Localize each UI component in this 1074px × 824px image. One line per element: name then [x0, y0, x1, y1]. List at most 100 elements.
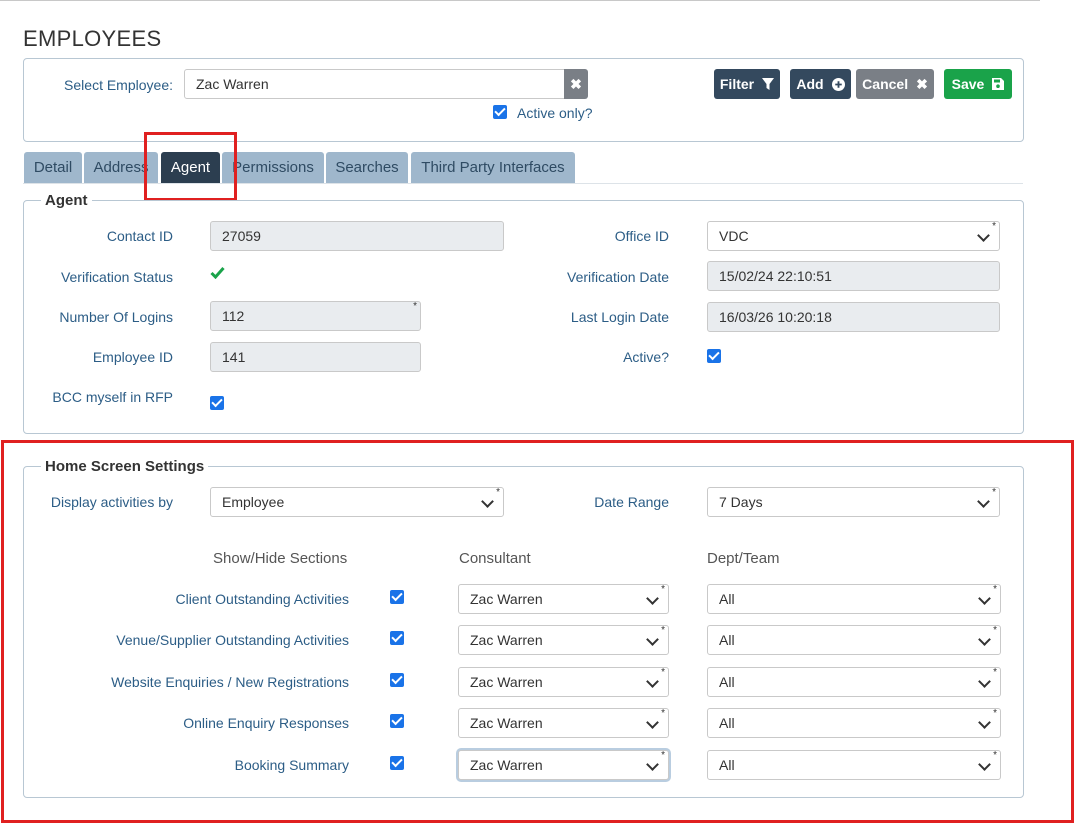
bcc-myself-checkbox[interactable]	[210, 396, 224, 410]
close-icon: ✖	[570, 75, 582, 92]
consultant-value: Zac Warren	[470, 757, 543, 773]
dept-team-value: All	[719, 591, 735, 607]
filter-button-label: Filter	[719, 76, 755, 92]
consultant-header: Consultant	[459, 550, 531, 567]
dept-team-value: All	[719, 674, 735, 690]
consultant-value: Zac Warren	[470, 715, 543, 731]
required-asterisk: *	[993, 708, 997, 719]
chevron-down-icon	[647, 594, 657, 604]
last-login-date-label: Last Login Date	[570, 309, 669, 325]
active-checkbox[interactable]	[707, 349, 721, 363]
required-asterisk: *	[993, 667, 997, 678]
employee-id-label: Employee ID	[92, 349, 173, 365]
section-visible-checkbox[interactable]	[390, 590, 404, 604]
dept-team-select[interactable]: All *	[707, 708, 1001, 738]
filter-icon	[762, 78, 775, 90]
dept-team-select[interactable]: All *	[707, 750, 1001, 780]
dept-team-select[interactable]: All *	[707, 667, 1001, 697]
number-of-logins-label: Number Of Logins	[59, 309, 173, 325]
date-range-value: 7 Days	[719, 494, 763, 510]
employee-id-field: 141	[210, 342, 421, 372]
active-only-checkbox[interactable]	[493, 105, 507, 119]
add-button[interactable]: Add	[790, 69, 851, 99]
required-asterisk: *	[413, 301, 417, 312]
required-asterisk: *	[496, 487, 500, 498]
office-id-value: VDC	[719, 228, 749, 244]
consultant-select[interactable]: Zac Warren *	[458, 708, 669, 738]
add-button-label: Add	[796, 76, 824, 92]
office-id-label: Office ID	[614, 228, 669, 244]
verification-date-field: 15/02/24 22:10:51	[707, 261, 1000, 291]
contact-id-value: 27059	[222, 228, 261, 244]
number-of-logins-field: 112 *	[210, 301, 421, 331]
verification-date-label: Verification Date	[567, 269, 669, 285]
select-employee-label: Select Employee:	[64, 77, 173, 93]
employee-search-input[interactable]: Zac Warren	[184, 69, 565, 99]
consultant-select[interactable]: Zac Warren *	[458, 750, 669, 780]
tab-detail[interactable]: Detail	[24, 152, 82, 183]
consultant-select[interactable]: Zac Warren *	[458, 584, 669, 614]
date-range-select[interactable]: 7 Days *	[707, 487, 1000, 517]
employee-id-value: 141	[222, 349, 246, 365]
close-icon: ✖	[916, 75, 928, 92]
section-visible-checkbox[interactable]	[390, 631, 404, 645]
cancel-button-label: Cancel	[862, 76, 909, 92]
chevron-down-icon	[979, 718, 989, 728]
section-visible-checkbox[interactable]	[390, 673, 404, 687]
required-asterisk: *	[661, 584, 665, 595]
display-activities-label: Display activities by	[50, 494, 173, 510]
tab-permissions[interactable]: Permissions	[222, 152, 324, 183]
chevron-down-icon	[647, 760, 657, 770]
plus-circle-icon	[831, 77, 845, 91]
consultant-select[interactable]: Zac Warren *	[458, 625, 669, 655]
dept-team-select[interactable]: All *	[707, 584, 1001, 614]
checkmark-icon	[210, 267, 225, 279]
display-activities-select[interactable]: Employee *	[210, 487, 504, 517]
required-asterisk: *	[661, 708, 665, 719]
consultant-value: Zac Warren	[470, 674, 543, 690]
office-id-select[interactable]: VDC *	[707, 221, 1000, 251]
chevron-down-icon	[979, 635, 989, 645]
last-login-date-field: 16/03/26 10:20:18	[707, 302, 1000, 332]
contact-id-field: 27059	[210, 221, 504, 251]
section-visible-checkbox[interactable]	[390, 714, 404, 728]
page-title: EMPLOYEES	[23, 26, 162, 51]
contact-id-label: Contact ID	[106, 228, 173, 244]
save-button[interactable]: Save	[944, 69, 1012, 99]
section-label: Venue/Supplier Outstanding Activities	[116, 632, 349, 648]
required-asterisk: *	[661, 667, 665, 678]
tab-third-party-interfaces[interactable]: Third Party Interfaces	[411, 152, 575, 183]
top-divider	[0, 0, 1040, 1]
cancel-button[interactable]: Cancel ✖	[856, 69, 934, 99]
section-visible-checkbox[interactable]	[390, 756, 404, 770]
agent-legend: Agent	[41, 192, 92, 209]
dept-team-value: All	[719, 632, 735, 648]
employee-search-value: Zac Warren	[196, 76, 269, 92]
filter-button[interactable]: Filter	[714, 69, 780, 99]
dept-team-value: All	[719, 715, 735, 731]
save-icon	[992, 78, 1005, 90]
clear-employee-button[interactable]: ✖	[564, 69, 588, 99]
date-range-label: Date Range	[594, 494, 669, 510]
show-hide-header: Show/Hide Sections	[213, 550, 348, 567]
dept-team-select[interactable]: All *	[707, 625, 1001, 655]
display-activities-value: Employee	[222, 494, 285, 510]
chevron-down-icon	[979, 594, 989, 604]
chevron-down-icon	[647, 718, 657, 728]
section-label: Booking Summary	[234, 757, 349, 773]
chevron-down-icon	[979, 677, 989, 687]
verification-date-value: 15/02/24 22:10:51	[719, 268, 832, 284]
active-label: Active?	[623, 349, 669, 365]
consultant-select[interactable]: Zac Warren *	[458, 667, 669, 697]
chevron-down-icon	[482, 497, 492, 507]
required-asterisk: *	[993, 584, 997, 595]
chevron-down-icon	[978, 231, 988, 241]
verification-status-label: Verification Status	[60, 269, 173, 285]
agent-tab-highlight	[144, 132, 237, 201]
active-only-label: Active only?	[517, 105, 593, 121]
bcc-myself-label: BCC myself in RFP	[52, 389, 173, 405]
tab-searches[interactable]: Searches	[326, 152, 408, 183]
section-label: Website Enquiries / New Registrations	[111, 674, 349, 690]
section-label: Online Enquiry Responses	[183, 715, 349, 731]
required-asterisk: *	[992, 221, 996, 232]
